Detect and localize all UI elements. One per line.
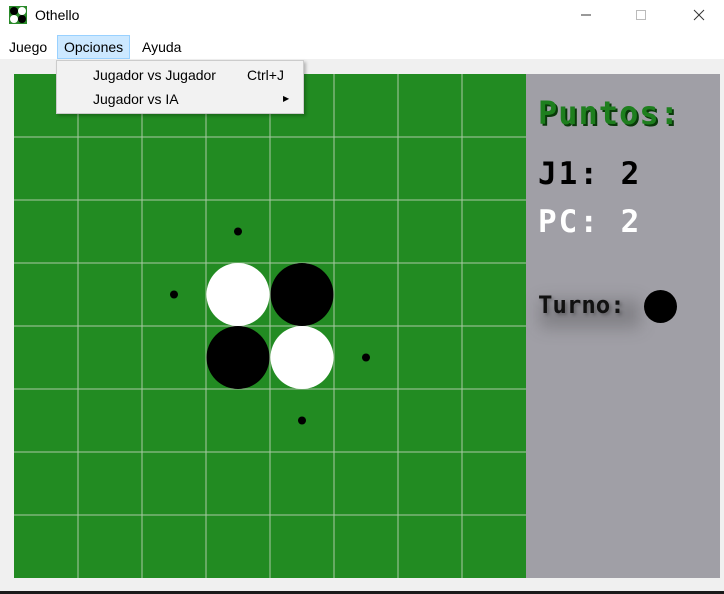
minimize-button[interactable] bbox=[563, 0, 609, 30]
player1-score: J1: 2 bbox=[538, 156, 641, 192]
black-piece bbox=[206, 326, 270, 389]
score-panel: Puntos: J1: 2 PC: 2 Turno: bbox=[526, 74, 720, 578]
title-bar: Othello bbox=[0, 0, 724, 32]
othello-app-icon bbox=[9, 6, 27, 24]
score-title: Puntos: bbox=[538, 94, 680, 132]
close-icon bbox=[693, 9, 705, 21]
turn-label: Turno: bbox=[538, 291, 625, 319]
pc-score: PC: 2 bbox=[538, 204, 641, 240]
minimize-icon bbox=[581, 14, 591, 16]
board-grid[interactable] bbox=[14, 74, 526, 578]
maximize-icon bbox=[636, 10, 646, 20]
player1-value: 2 bbox=[620, 156, 642, 192]
close-button[interactable] bbox=[676, 0, 722, 30]
othello-board[interactable] bbox=[14, 74, 526, 578]
pc-label: PC: bbox=[538, 204, 600, 240]
white-piece bbox=[270, 326, 334, 389]
menu-juego[interactable]: Juego bbox=[3, 35, 53, 59]
player1-label: J1: bbox=[538, 156, 600, 192]
valid-move-marker[interactable] bbox=[362, 353, 370, 362]
menu-bar: Juego Opciones Ayuda bbox=[0, 35, 724, 59]
menu-item-jugador-vs-jugador[interactable]: Jugador vs Jugador Ctrl+J bbox=[57, 63, 303, 87]
menu-item-label: Jugador vs IA bbox=[93, 91, 179, 107]
maximize-button[interactable] bbox=[618, 0, 664, 30]
window-title: Othello bbox=[35, 7, 80, 23]
menu-item-jugador-vs-ia[interactable]: Jugador vs IA ▶ bbox=[57, 87, 303, 111]
valid-move-marker[interactable] bbox=[234, 227, 242, 236]
white-piece bbox=[206, 263, 270, 326]
valid-move-marker[interactable] bbox=[298, 416, 306, 425]
black-piece bbox=[270, 263, 334, 326]
menu-item-label: Jugador vs Jugador bbox=[93, 67, 216, 83]
valid-move-marker[interactable] bbox=[170, 290, 178, 299]
menu-ayuda[interactable]: Ayuda bbox=[136, 35, 187, 59]
menu-item-shortcut: Ctrl+J bbox=[247, 67, 284, 83]
pc-value: 2 bbox=[620, 204, 642, 240]
opciones-dropdown: Jugador vs Jugador Ctrl+J Jugador vs IA … bbox=[56, 60, 304, 114]
menu-opciones[interactable]: Opciones bbox=[57, 35, 131, 59]
turn-piece-indicator bbox=[644, 290, 677, 323]
submenu-arrow-icon: ▶ bbox=[283, 94, 290, 103]
